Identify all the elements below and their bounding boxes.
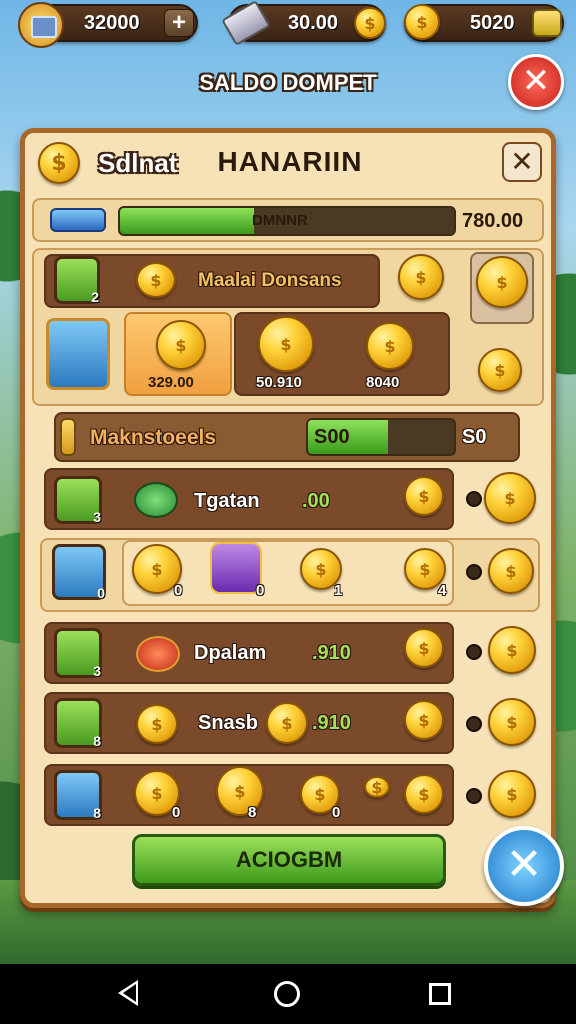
nav-recent-icon[interactable]: [429, 983, 451, 1005]
blue-crate-icon: 0: [52, 544, 106, 601]
featured-item-3-value: 8040: [366, 374, 400, 391]
coin-resource-value: 5020: [470, 12, 515, 34]
chest-resource-counter: 32000 +: [18, 2, 198, 48]
chest-icon: [18, 2, 64, 48]
blue-crate-icon: 8: [54, 770, 102, 821]
slot-count: 4: [438, 582, 447, 599]
gold-coin-icon: [404, 774, 444, 814]
gold-coin-icon[interactable]: [488, 548, 534, 594]
radio-dot[interactable]: [466, 491, 482, 507]
item-value: .910: [312, 712, 351, 734]
bar-resource-counter: 30.00: [221, 0, 386, 46]
gold-coin-icon: [354, 7, 386, 39]
featured-item-1-value: 329.00: [148, 374, 194, 391]
gold-coin-icon: [398, 254, 444, 300]
gold-coin-icon: [404, 628, 444, 668]
item-name: Dpalam: [194, 642, 267, 664]
item-name: Snasb: [198, 712, 259, 734]
slot-count: 0: [172, 804, 181, 821]
confirm-button[interactable]: ACIOGBM: [132, 834, 446, 886]
gold-coin-icon: [404, 476, 444, 516]
item-count: 3: [93, 663, 101, 679]
radio-dot[interactable]: [466, 644, 482, 660]
star-badge-icon: [50, 208, 106, 232]
stats-value: S0: [462, 426, 487, 448]
stats-label: Maknstoeels: [90, 426, 217, 449]
item-value: .00: [302, 490, 330, 512]
close-icon[interactable]: ✕: [484, 826, 564, 906]
featured-icon-count: 2: [91, 289, 99, 305]
purple-dice-icon[interactable]: [210, 542, 262, 594]
slot-count: 8: [248, 804, 257, 821]
radio-dot[interactable]: [466, 564, 482, 580]
blue-crate-icon: [46, 318, 110, 390]
green-box-icon: 3: [54, 476, 102, 525]
green-box-icon: 8: [54, 698, 102, 749]
panel-progress-fill: [120, 208, 254, 234]
coin-stack-icon: [136, 704, 178, 744]
item-name: Tgatan: [194, 490, 260, 512]
red-orb-icon: [136, 636, 180, 672]
stats-bar-text: S00: [314, 426, 350, 448]
add-resource-button[interactable]: +: [164, 9, 194, 37]
bar-resource-value: 30.00: [288, 12, 339, 34]
coin-shop-button[interactable]: [532, 9, 562, 37]
gold-coin-icon[interactable]: [366, 322, 414, 370]
featured-label: Maalai Donsans: [198, 270, 342, 291]
item-count: 0: [97, 585, 105, 601]
featured-item-2-value: 50.910: [256, 374, 302, 391]
gold-coin-icon[interactable]: [484, 472, 536, 524]
panel-title: HANARIIN: [217, 146, 363, 177]
nav-back-icon[interactable]: [118, 980, 138, 1006]
gold-coin-icon[interactable]: [488, 770, 536, 818]
green-house-icon: 2: [54, 256, 100, 305]
nav-home-icon[interactable]: [274, 981, 300, 1007]
progress-value: 780.00: [462, 210, 524, 232]
gold-coin-icon: [478, 348, 522, 392]
chest-resource-value: 32000: [84, 12, 140, 34]
silver-bar-icon: [221, 0, 271, 46]
gold-coin-icon[interactable]: [258, 316, 314, 372]
progress-text: DMNNR: [252, 212, 308, 229]
item-count: 8: [93, 805, 101, 821]
gold-coin-icon: [476, 256, 528, 308]
panel-header-label: Sdlnat: [98, 148, 178, 178]
coin-stack-icon: [266, 702, 308, 744]
coin-stack-icon[interactable]: [216, 766, 264, 816]
item-count: 8: [93, 733, 101, 749]
gold-bar-icon: [60, 418, 76, 456]
item-count: 3: [93, 509, 101, 525]
slot-count: 0: [174, 582, 183, 599]
gold-coin-icon: [156, 320, 206, 370]
coin-resource-counter: 5020: [404, 4, 564, 42]
gold-coin-icon: [38, 142, 80, 184]
gold-coin-icon[interactable]: [488, 698, 536, 746]
green-house-icon: 3: [54, 628, 102, 679]
gold-coin-icon: [404, 4, 440, 40]
gold-coin-icon[interactable]: [488, 626, 536, 674]
close-panel-button[interactable]: ✕: [502, 142, 542, 182]
item-value: .910: [312, 642, 351, 664]
radio-dot[interactable]: [466, 716, 482, 732]
wallet-title: SALDO DOMPET: [199, 70, 377, 95]
slot-count: 0: [256, 582, 265, 599]
coin-stack-icon: [136, 262, 176, 298]
gold-coin-icon: [404, 700, 444, 740]
slot-count: 1: [334, 582, 343, 599]
slot-count: 0: [332, 804, 341, 821]
close-wallet-button[interactable]: ✕: [508, 54, 564, 110]
small-coin-icon: [364, 776, 390, 798]
green-coin-icon: [134, 482, 178, 518]
radio-dot[interactable]: [466, 788, 482, 804]
